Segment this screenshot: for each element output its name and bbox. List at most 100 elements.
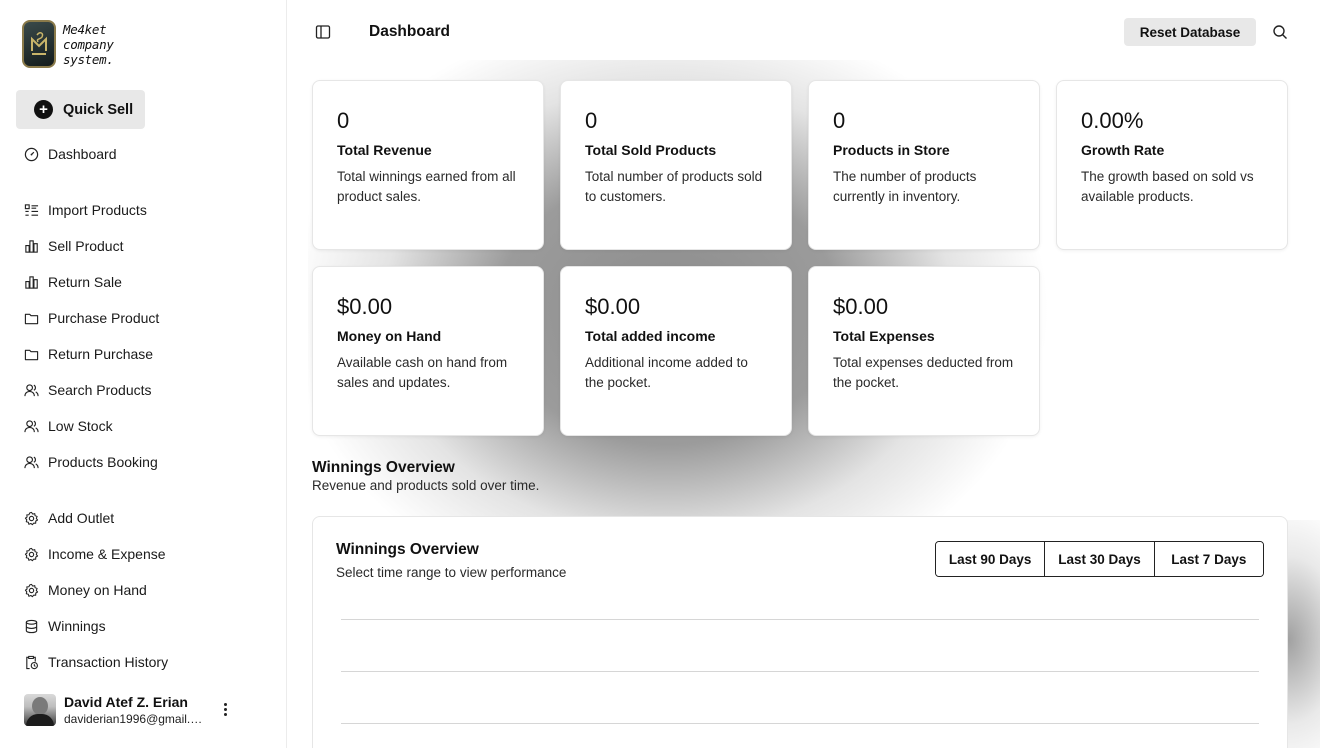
database-icon xyxy=(25,619,38,633)
sidebar-item-label: Import Products xyxy=(48,202,147,218)
winnings-chart-card: Winnings Overview Select time range to v… xyxy=(312,516,1288,748)
avatar xyxy=(24,694,56,726)
chart-gridline xyxy=(341,723,1259,724)
sidebar-item-label: Search Products xyxy=(48,382,152,398)
stat-value: $0.00 xyxy=(833,294,889,319)
stat-title: Money on Hand xyxy=(337,328,442,344)
quick-sell-label: Quick Sell xyxy=(63,101,134,118)
stat-value: $0.00 xyxy=(337,294,393,319)
user-profile[interactable]: David Atef Z. Erian daviderian1996@gmail… xyxy=(24,690,254,730)
stat-card-total-added-income: $0.00 Total added income Additional inco… xyxy=(560,266,792,436)
sidebar-item-label: Money on Hand xyxy=(48,582,147,598)
sidebar-item-money-on-hand[interactable]: Money on Hand xyxy=(24,580,147,600)
sidebar-item-return-purchase[interactable]: Return Purchase xyxy=(24,344,153,364)
stat-value: 0 xyxy=(585,108,598,133)
gear-icon xyxy=(24,511,39,525)
chart-title: Winnings Overview xyxy=(336,541,479,558)
stat-description: Total number of products sold to custome… xyxy=(585,169,763,204)
sidebar-item-add-outlet[interactable]: Add Outlet xyxy=(24,508,114,528)
sidebar-item-dashboard[interactable]: Dashboard xyxy=(24,144,117,164)
section-title: Winnings Overview xyxy=(312,459,455,476)
list-icon xyxy=(24,203,39,216)
sidebar-item-label: Dashboard xyxy=(48,146,117,162)
stat-value: $0.00 xyxy=(585,294,641,319)
gauge-icon xyxy=(24,147,39,161)
plus-circle-icon: + xyxy=(34,100,53,119)
stat-description: The growth based on sold vs available pr… xyxy=(1081,169,1254,204)
sidebar-item-import-products[interactable]: Import Products xyxy=(24,200,147,220)
sidebar-item-transaction-history[interactable]: Transaction History xyxy=(24,652,168,672)
chart-gridline xyxy=(341,671,1259,672)
company-logo[interactable]: Me4ket company system. xyxy=(22,20,143,68)
sidebar-item-label: Winnings xyxy=(48,618,106,634)
stat-description: Total expenses deducted from the pocket. xyxy=(833,355,1014,390)
chart-gridline xyxy=(341,619,1259,620)
stat-title: Total Revenue xyxy=(337,142,432,158)
search-icon[interactable] xyxy=(1272,24,1288,40)
sidebar-item-winnings[interactable]: Winnings xyxy=(24,616,106,636)
sidebar-item-label: Transaction History xyxy=(48,654,169,670)
logo-emblem-icon xyxy=(22,20,56,68)
range-30-days-button[interactable]: Last 30 Days xyxy=(1045,542,1155,576)
stat-title: Total added income xyxy=(585,328,716,344)
clipboard-clock-icon xyxy=(26,655,38,669)
stat-card-products-in-store: 0 Products in Store The number of produc… xyxy=(808,80,1040,250)
stat-description: The number of products currently in inve… xyxy=(833,169,977,204)
sidebar-item-search-products[interactable]: Search Products xyxy=(24,380,152,400)
sidebar-item-products-booking[interactable]: Products Booking xyxy=(24,452,158,472)
gear-icon xyxy=(24,583,39,597)
stat-value: 0 xyxy=(833,108,846,133)
quick-sell-button[interactable]: + Quick Sell xyxy=(16,90,145,129)
stat-title: Products in Store xyxy=(833,142,950,158)
stat-title: Growth Rate xyxy=(1081,142,1165,158)
user-name: David Atef Z. Erian xyxy=(64,694,188,710)
stat-title: Total Expenses xyxy=(833,328,935,344)
sidebar: Me4ket company system. + Quick Sell Dash… xyxy=(0,0,287,748)
page-title: Dashboard xyxy=(369,23,450,40)
users-icon xyxy=(24,383,39,396)
sidebar-item-label: Products Booking xyxy=(48,454,158,470)
stat-title: Total Sold Products xyxy=(585,142,717,158)
sidebar-item-label: Sell Product xyxy=(48,238,124,254)
chart-icon xyxy=(25,239,38,253)
more-vertical-icon[interactable] xyxy=(218,700,232,718)
users-icon xyxy=(24,455,39,468)
logo-text: Me4ket company system. xyxy=(63,21,114,67)
sidebar-item-label: Purchase Product xyxy=(48,310,160,326)
stat-description: Available cash on hand from sales and up… xyxy=(337,355,508,390)
stat-description: Total winnings earned from all product s… xyxy=(337,169,516,204)
time-range-toggle: Last 90 Days Last 30 Days Last 7 Days xyxy=(935,541,1264,577)
main-content: Dashboard Reset Database 0 Total Revenue… xyxy=(288,0,1320,748)
stat-card-total-revenue: 0 Total Revenue Total winnings earned fr… xyxy=(312,80,544,250)
sidebar-item-label: Return Purchase xyxy=(48,346,154,362)
sidebar-item-label: Low Stock xyxy=(48,418,113,434)
chart-subtitle: Select time range to view performance xyxy=(336,565,567,580)
range-7-days-button[interactable]: Last 7 Days xyxy=(1154,542,1263,576)
stat-description: Additional income added to the pocket. xyxy=(585,355,748,390)
folder-icon xyxy=(24,349,39,360)
users-icon xyxy=(24,419,39,432)
sidebar-item-label: Add Outlet xyxy=(48,510,115,526)
sidebar-item-income-expense[interactable]: Income & Expense xyxy=(24,544,166,564)
top-bar: Dashboard Reset Database xyxy=(288,0,1312,64)
reset-database-button[interactable]: Reset Database xyxy=(1124,18,1256,46)
user-email: daviderian1996@gmail.c... xyxy=(64,712,204,726)
sidebar-item-low-stock[interactable]: Low Stock xyxy=(24,416,113,436)
gear-icon xyxy=(24,547,39,561)
stat-card-growth-rate: 0.00% Growth Rate The growth based on so… xyxy=(1056,80,1288,250)
sidebar-item-label: Income & Expense xyxy=(48,546,166,562)
stat-card-total-sold-products: 0 Total Sold Products Total number of pr… xyxy=(560,80,792,250)
stat-value: 0.00% xyxy=(1081,108,1144,133)
stat-card-total-expenses: $0.00 Total Expenses Total expenses dedu… xyxy=(808,266,1040,436)
sidebar-item-purchase-product[interactable]: Purchase Product xyxy=(24,308,159,328)
stat-card-money-on-hand: $0.00 Money on Hand Available cash on ha… xyxy=(312,266,544,436)
sidebar-item-sell-product[interactable]: Sell Product xyxy=(24,236,123,256)
sidebar-toggle-icon[interactable] xyxy=(315,24,331,40)
section-subtitle: Revenue and products sold over time. xyxy=(312,478,540,493)
sidebar-item-label: Return Sale xyxy=(48,274,122,290)
sidebar-item-return-sale[interactable]: Return Sale xyxy=(24,272,122,292)
chart-icon xyxy=(25,275,38,289)
stat-value: 0 xyxy=(337,108,350,133)
folder-icon xyxy=(24,313,39,324)
range-90-days-button[interactable]: Last 90 Days xyxy=(936,542,1046,576)
